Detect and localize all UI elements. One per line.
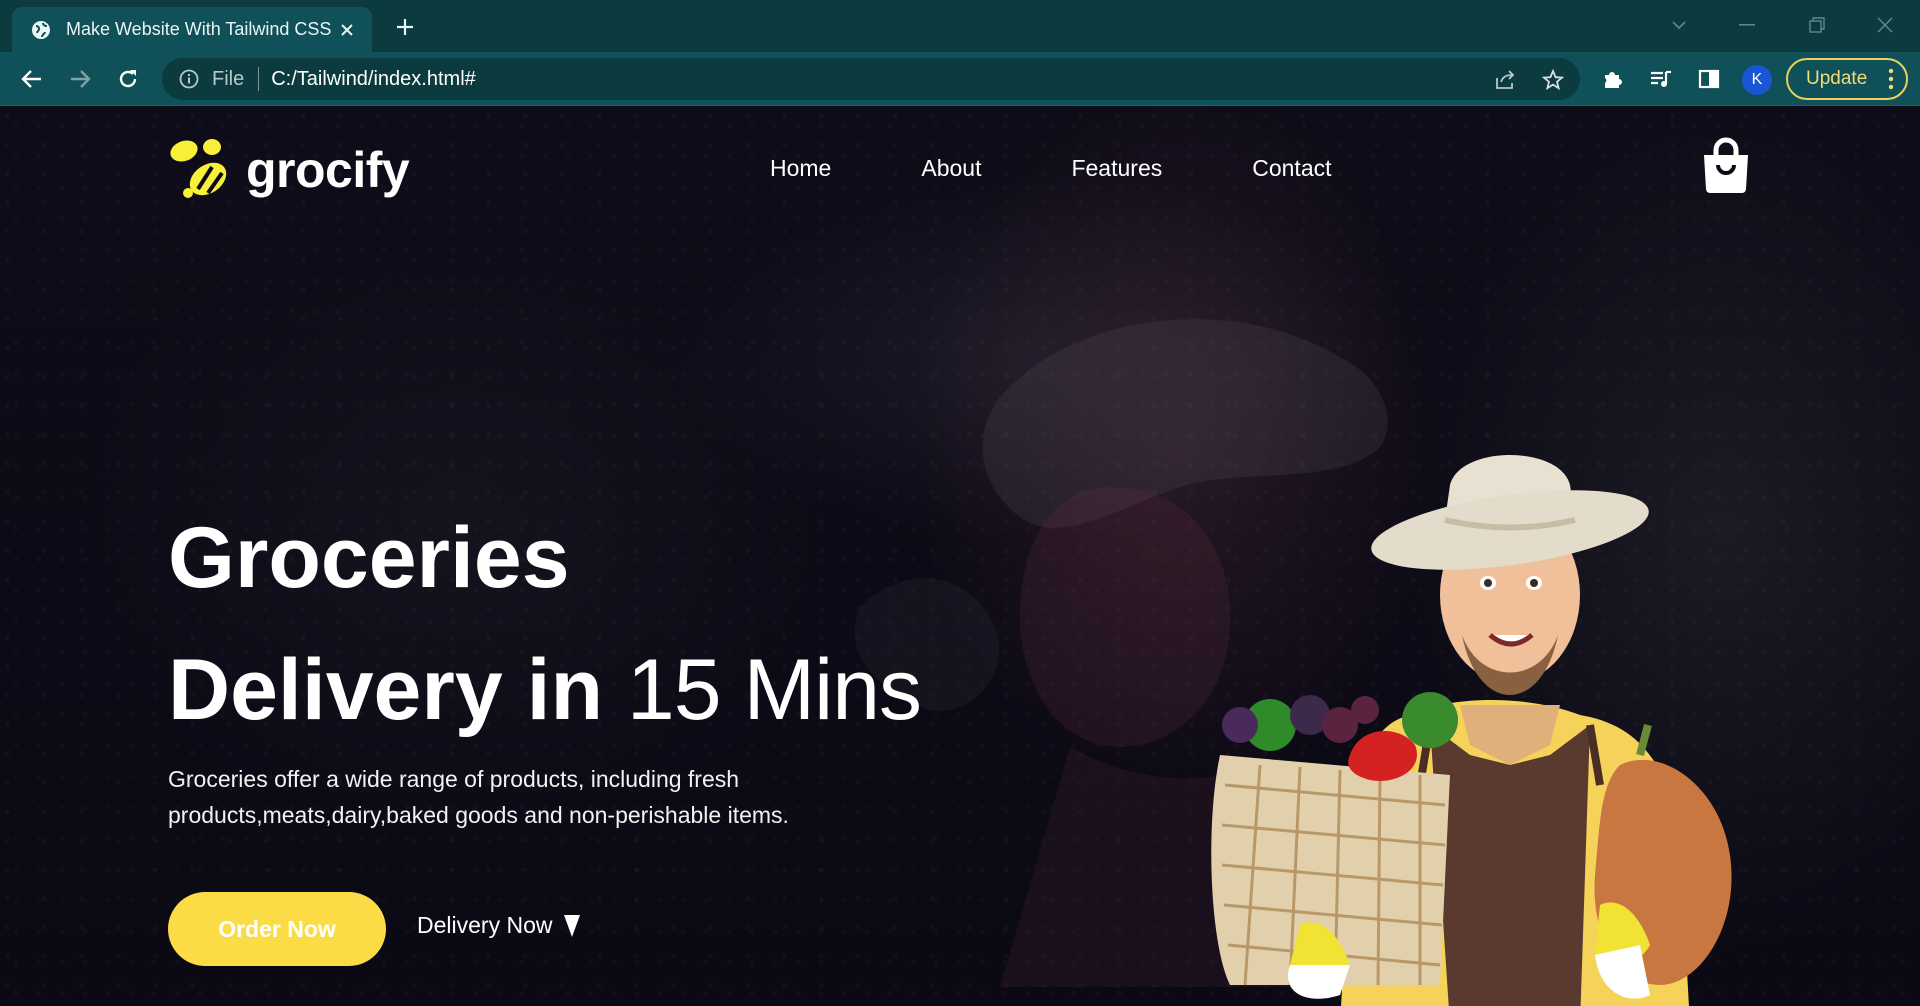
browser-tab[interactable]: Make Website With Tailwind CSS <box>12 7 372 52</box>
info-icon[interactable] <box>178 68 200 90</box>
hero-title-light: 15 Mins <box>626 642 922 738</box>
omnibox-divider <box>258 67 260 91</box>
media-icon[interactable] <box>1648 66 1674 92</box>
logo-text: grocify <box>246 142 410 198</box>
main-nav: Home About Features Contact <box>770 155 1332 182</box>
globe-icon <box>30 19 52 41</box>
restore-icon[interactable] <box>1802 10 1832 40</box>
menu-dots-icon[interactable] <box>1888 68 1894 96</box>
bee-logo-icon <box>170 139 227 198</box>
hero-title-line1: Groceries <box>168 510 570 606</box>
order-now-button[interactable]: Order Now <box>168 892 386 966</box>
share-icon[interactable] <box>1492 67 1518 93</box>
cursor-icon <box>564 914 581 937</box>
puzzle-icon[interactable] <box>1600 66 1626 92</box>
close-tab-icon[interactable] <box>336 19 358 41</box>
shopping-bag-icon[interactable] <box>1700 137 1752 195</box>
star-icon[interactable] <box>1540 67 1566 93</box>
update-button[interactable]: Update <box>1786 58 1908 100</box>
url-scheme-label: File <box>212 67 245 90</box>
delivery-now-link[interactable]: Delivery Now <box>417 912 582 939</box>
sidepanel-icon[interactable] <box>1696 66 1722 92</box>
tab-search-icon[interactable] <box>1664 10 1694 40</box>
minimize-icon[interactable] <box>1732 10 1762 40</box>
tab-title: Make Website With Tailwind CSS <box>66 19 332 39</box>
url-text[interactable]: C:/Tailwind/index.html# <box>271 68 476 91</box>
profile-avatar[interactable]: K <box>1742 65 1772 95</box>
browser-toolbar: File C:/Tailwind/index.html# K Update <box>0 52 1920 106</box>
hero-title-bold: Delivery in <box>168 642 603 738</box>
forward-icon[interactable] <box>64 63 96 95</box>
update-label: Update <box>1806 68 1868 89</box>
back-icon[interactable] <box>16 63 48 95</box>
hero-description: Groceries offer a wide range of products… <box>168 766 789 828</box>
reload-icon[interactable] <box>112 63 144 95</box>
new-tab-icon[interactable] <box>392 14 418 40</box>
delivery-now-label: Delivery Now <box>417 912 553 938</box>
hero-title-line2: Delivery in 15 Mins <box>168 647 922 733</box>
nav-home[interactable]: Home <box>770 155 831 182</box>
site-logo[interactable]: grocify <box>168 137 410 203</box>
nav-about[interactable]: About <box>921 155 981 182</box>
nav-contact[interactable]: Contact <box>1252 155 1331 182</box>
browser-tab-bar: Make Website With Tailwind CSS <box>0 0 1920 52</box>
address-bar[interactable]: File C:/Tailwind/index.html# <box>162 58 1580 100</box>
close-window-icon[interactable] <box>1870 10 1900 40</box>
farmer-illustration <box>1211 455 1732 1006</box>
nav-features[interactable]: Features <box>1071 155 1162 182</box>
page-viewport: grocify Home About Features Contact Groc… <box>0 107 1920 1006</box>
